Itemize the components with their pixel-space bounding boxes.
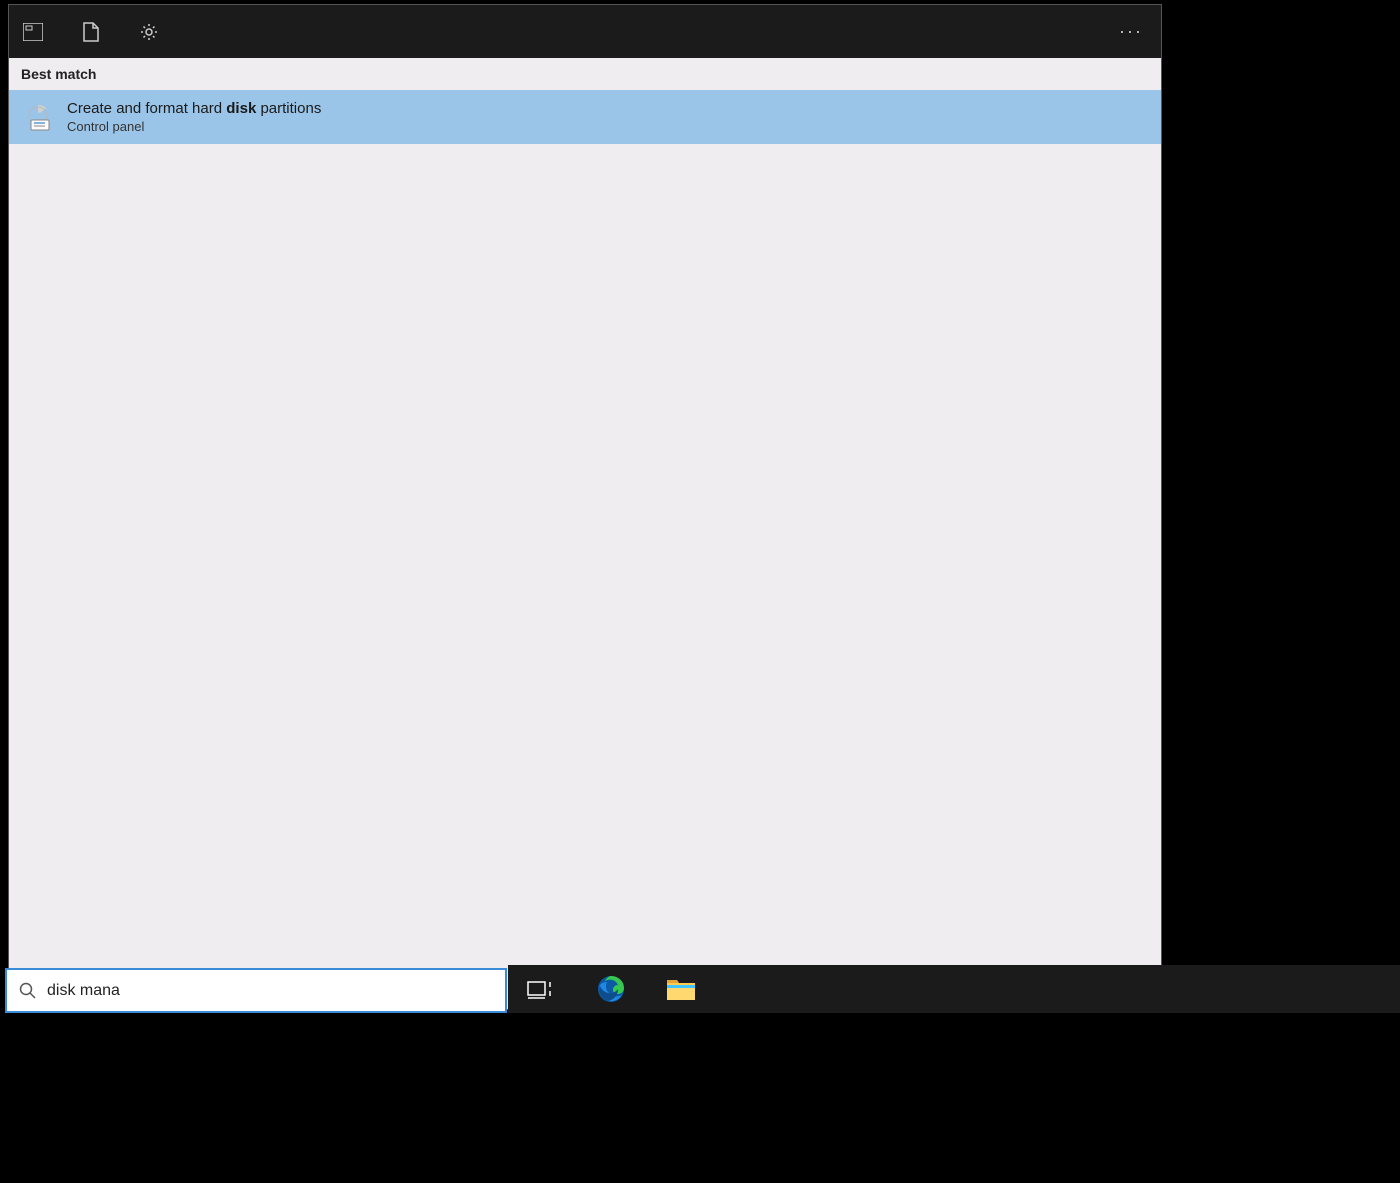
apps-filter-icon[interactable]	[19, 18, 47, 46]
file-explorer-icon[interactable]	[666, 974, 696, 1004]
search-result-subtitle: Control panel	[67, 119, 321, 134]
search-result-item[interactable]: Create and format hard disk partitions C…	[9, 90, 1161, 144]
result-title-bold: disk	[226, 100, 256, 117]
more-options-button[interactable]: ···	[1111, 17, 1151, 46]
result-title-pre: Create and format hard	[67, 100, 226, 117]
taskbar-search-box[interactable]	[5, 968, 507, 1013]
taskbar	[508, 965, 1400, 1013]
result-title-post: partitions	[256, 100, 321, 117]
search-input[interactable]	[47, 982, 493, 1000]
settings-filter-icon[interactable]	[135, 18, 163, 46]
documents-filter-icon[interactable]	[77, 18, 105, 46]
disk-partition-icon	[23, 102, 53, 132]
search-icon	[19, 982, 37, 1000]
search-result-text: Create and format hard disk partitions C…	[67, 100, 321, 134]
search-panel-header: ···	[9, 5, 1161, 58]
desktop-background-bottom	[0, 1013, 1400, 1183]
edge-icon[interactable]	[596, 974, 626, 1004]
task-view-icon[interactable]	[526, 974, 556, 1004]
best-match-label: Best match	[9, 58, 1161, 90]
search-results-body	[9, 144, 1161, 1009]
search-result-title: Create and format hard disk partitions	[67, 100, 321, 117]
search-results-panel: ··· Best match Create and format hard di…	[8, 4, 1162, 1010]
